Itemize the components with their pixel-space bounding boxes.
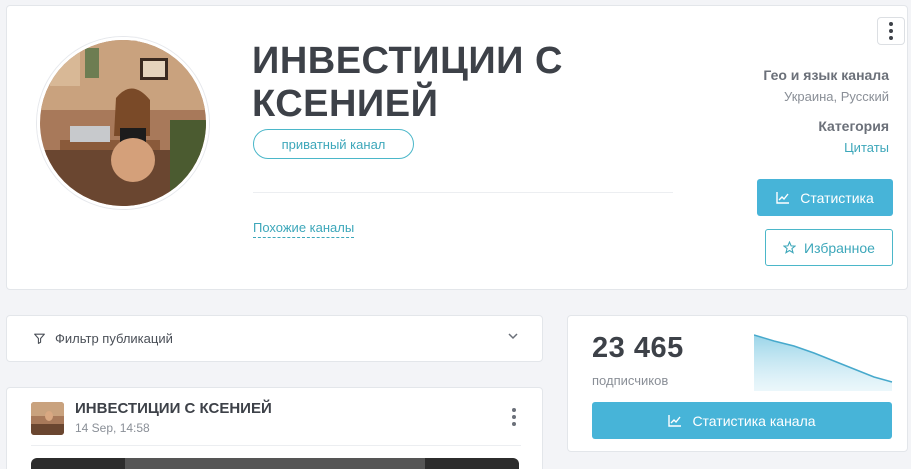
favorite-button[interactable]: Избранное — [765, 229, 893, 266]
star-icon — [783, 241, 797, 254]
category-label: Категория — [818, 118, 889, 134]
category-link[interactable]: Цитаты — [689, 140, 889, 155]
category-block: Категория Цитаты — [689, 118, 889, 155]
statistics-button-label: Статистика — [800, 189, 874, 206]
filter-label: Фильтр публикаций — [55, 331, 173, 346]
geo-value: Украина, Русский — [784, 89, 889, 104]
post-media-image — [125, 458, 425, 469]
statistics-button[interactable]: Статистика — [757, 179, 893, 216]
publication-card: ИНВЕСТИЦИИ С КСЕНИЕЙ 14 Sep, 14:58 — [6, 387, 543, 469]
dot-icon — [512, 415, 516, 419]
channel-avatar[interactable] — [37, 37, 209, 209]
geo-label: Гео и язык канала — [763, 67, 889, 83]
post-timestamp: 14 Sep, 14:58 — [75, 421, 150, 435]
publication-filter[interactable]: Фильтр публикаций — [6, 315, 543, 362]
chart-line-icon — [668, 414, 682, 427]
avatar-photo — [40, 40, 206, 206]
similar-channels-link[interactable]: Похожие каналы — [253, 220, 355, 238]
post-media[interactable] — [31, 458, 519, 469]
more-options-button[interactable] — [877, 17, 905, 45]
post-options-button[interactable] — [512, 408, 516, 426]
channel-title: ИНВЕСТИЦИИ С КСЕНИЕЙ — [252, 40, 563, 125]
dot-icon — [889, 22, 893, 26]
header-divider — [253, 192, 673, 193]
channel-statistics-button[interactable]: Статистика канала — [592, 402, 892, 439]
post-avatar-photo — [31, 402, 64, 435]
favorite-button-label: Избранное — [804, 239, 875, 256]
chevron-down-icon — [508, 333, 518, 340]
subscriber-trend-sparkline — [754, 334, 893, 391]
channel-statistics-label: Статистика канала — [692, 412, 816, 429]
dot-icon — [889, 29, 893, 33]
dot-icon — [512, 422, 516, 426]
subscriber-label: подписчиков — [592, 373, 669, 388]
subscribers-card: 23 465 подписчиков Статистика канала — [567, 315, 908, 452]
geo-language-block: Гео и язык канала Украина, Русский — [689, 67, 889, 104]
dot-icon — [512, 408, 516, 412]
filter-icon — [34, 333, 45, 344]
subscriber-count: 23 465 — [592, 332, 684, 364]
chart-line-icon — [776, 191, 790, 204]
channel-header-card: ИНВЕСТИЦИИ С КСЕНИЕЙ приватный канал Пох… — [6, 5, 908, 290]
post-channel-title[interactable]: ИНВЕСТИЦИИ С КСЕНИЕЙ — [75, 400, 272, 417]
dot-icon — [889, 36, 893, 40]
post-channel-avatar[interactable] — [31, 402, 64, 435]
post-divider — [31, 445, 521, 446]
private-channel-badge: приватный канал — [253, 129, 414, 159]
